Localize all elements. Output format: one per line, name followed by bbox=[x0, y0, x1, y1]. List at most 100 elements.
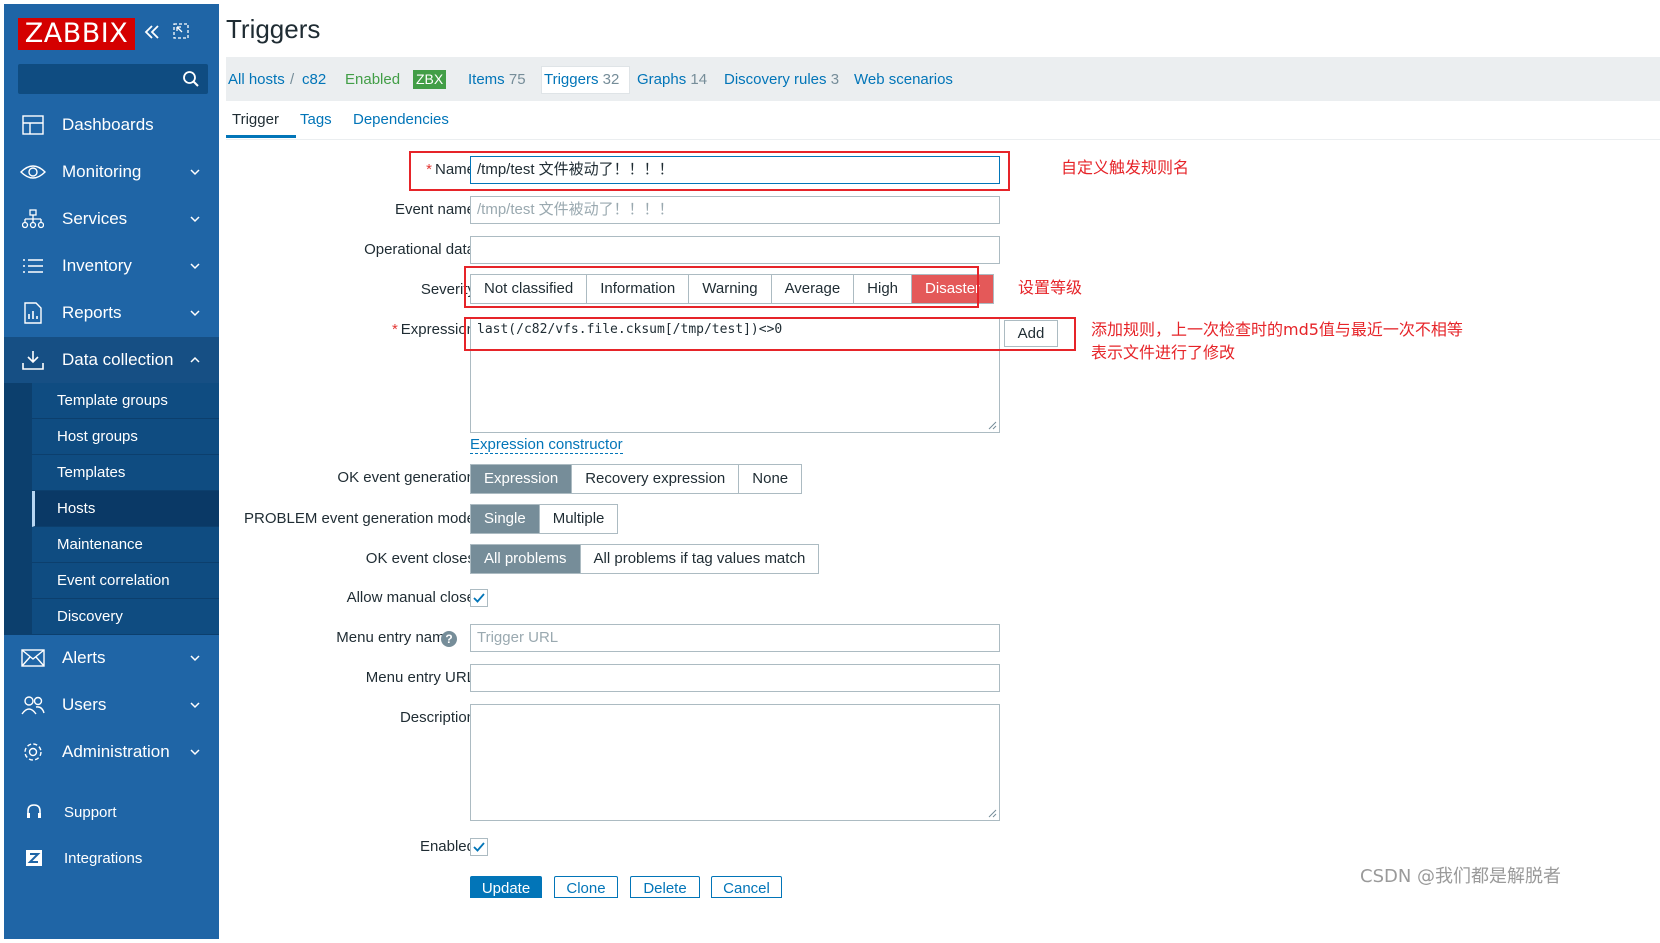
ok-event-generation-selector: Expression Recovery expression None bbox=[470, 464, 803, 494]
submenu-hosts[interactable]: Hosts bbox=[32, 491, 219, 527]
ok-gen-none[interactable]: None bbox=[739, 465, 801, 493]
severity-annotation-note: 设置等级 bbox=[1018, 278, 1083, 297]
page-title: Triggers bbox=[226, 14, 321, 44]
cancel-button[interactable]: Cancel bbox=[711, 876, 782, 898]
submenu-host-groups[interactable]: Host groups bbox=[32, 419, 219, 455]
web-scenarios-link[interactable]: Web scenarios bbox=[854, 71, 953, 88]
nav-label: Monitoring bbox=[62, 162, 142, 181]
expression-label: * Expression bbox=[392, 321, 475, 338]
expression-constructor-link[interactable]: Expression constructor bbox=[470, 437, 623, 454]
nav-users[interactable]: Users bbox=[4, 682, 219, 728]
ok-gen-recovery-expression[interactable]: Recovery expression bbox=[572, 465, 740, 493]
nav-data-collection[interactable]: Data collection bbox=[4, 337, 219, 383]
nav-label: Services bbox=[62, 209, 128, 228]
tab-trigger[interactable]: Trigger bbox=[232, 111, 279, 128]
problem-mode-single[interactable]: Single bbox=[471, 505, 540, 533]
download-icon bbox=[18, 348, 48, 372]
discovery-rules-link[interactable]: Discovery rules 3 bbox=[724, 71, 839, 88]
all-hosts-link[interactable]: All hosts bbox=[228, 71, 285, 88]
clone-button[interactable]: Clone bbox=[554, 876, 618, 898]
enabled-label: Enabled bbox=[419, 838, 475, 855]
nav-label: Inventory bbox=[62, 256, 132, 275]
ok-closes-all-problems[interactable]: All problems bbox=[471, 545, 581, 573]
nav-label: Administration bbox=[62, 742, 170, 761]
problem-mode-label: PROBLEM event generation mode bbox=[244, 510, 475, 527]
menu-entry-name-field[interactable]: Trigger URL bbox=[470, 624, 1000, 652]
chevron-down-icon bbox=[190, 263, 200, 270]
headset-icon bbox=[24, 802, 44, 822]
name-annotation-box bbox=[409, 151, 1010, 191]
submenu-maintenance[interactable]: Maintenance bbox=[32, 527, 219, 563]
list-icon bbox=[18, 254, 48, 278]
submenu-event-correlation[interactable]: Event correlation bbox=[32, 563, 219, 599]
nav-integrations[interactable]: Integrations bbox=[4, 838, 219, 878]
problem-mode-selector: Single Multiple bbox=[470, 504, 619, 534]
nav-label: Dashboards bbox=[62, 115, 154, 134]
tab-dependencies[interactable]: Dependencies bbox=[353, 111, 449, 128]
ok-event-closes-selector: All problems All problems if tag values … bbox=[470, 544, 820, 574]
chevron-down-icon bbox=[190, 169, 200, 176]
discovery-count: 3 bbox=[830, 71, 840, 88]
nav-administration[interactable]: Administration bbox=[4, 729, 219, 775]
submenu-template-groups[interactable]: Template groups bbox=[32, 383, 219, 419]
chevron-up-icon bbox=[190, 356, 200, 363]
ok-gen-expression[interactable]: Expression bbox=[471, 465, 573, 493]
delete-button[interactable]: Delete bbox=[630, 876, 700, 898]
update-button[interactable]: Update bbox=[470, 876, 542, 898]
host-navigation: All hosts / c82 Enabled ZBX Items 75 Tri… bbox=[226, 57, 1660, 101]
operational-data-field[interactable] bbox=[470, 236, 1000, 264]
description-textarea[interactable] bbox=[470, 704, 1000, 821]
nav-monitoring[interactable]: Monitoring bbox=[4, 149, 219, 195]
search-input[interactable] bbox=[18, 64, 208, 94]
problem-mode-multiple[interactable]: Multiple bbox=[540, 505, 618, 533]
resize-handle-icon[interactable] bbox=[987, 420, 997, 430]
graphs-count: 14 bbox=[690, 71, 708, 88]
dashboard-icon bbox=[18, 113, 48, 137]
zbx-availability-badge: ZBX bbox=[413, 70, 447, 89]
menu-entry-url-field[interactable] bbox=[470, 664, 1000, 692]
checkmark-icon bbox=[473, 593, 485, 603]
search-icon[interactable] bbox=[182, 70, 200, 88]
triggers-link[interactable]: Triggers 32 bbox=[544, 71, 619, 88]
manual-close-checkbox[interactable] bbox=[470, 589, 488, 607]
graphs-label: Graphs bbox=[637, 71, 687, 88]
tab-tags[interactable]: Tags bbox=[300, 111, 332, 128]
event-name-field[interactable]: /tmp/test 文件被动了！！！！ bbox=[470, 196, 1000, 224]
services-icon bbox=[18, 207, 48, 231]
nav-label: Reports bbox=[62, 303, 122, 322]
ok-event-generation-label: OK event generation bbox=[337, 469, 475, 486]
graphs-link[interactable]: Graphs 14 bbox=[637, 71, 707, 88]
submenu-discovery[interactable]: Discovery bbox=[32, 599, 219, 635]
items-count: 75 bbox=[508, 71, 526, 88]
support-label: Support bbox=[64, 803, 117, 821]
nav-reports[interactable]: Reports bbox=[4, 290, 219, 336]
discovery-label: Discovery rules bbox=[724, 71, 827, 88]
chevron-down-icon bbox=[190, 310, 200, 317]
severity-annotation-box bbox=[464, 266, 979, 308]
submenu-templates[interactable]: Templates bbox=[32, 455, 219, 491]
help-icon[interactable]: ? bbox=[441, 631, 457, 647]
menu-entry-url-label: Menu entry URL bbox=[365, 669, 475, 686]
data-collection-submenu: Template groups Host groups Templates Ho… bbox=[4, 383, 219, 635]
expression-annotation-note-2: 表示文件进行了修改 bbox=[1091, 343, 1236, 362]
nav-dashboards[interactable]: Dashboards bbox=[4, 102, 219, 148]
zabbix-logo[interactable]: ZABBIX bbox=[18, 18, 135, 50]
enabled-checkbox[interactable] bbox=[470, 838, 488, 856]
nav-inventory[interactable]: Inventory bbox=[4, 243, 219, 289]
chevron-down-icon bbox=[190, 655, 200, 662]
required-marker: * bbox=[391, 321, 398, 338]
items-link[interactable]: Items 75 bbox=[468, 71, 526, 88]
ok-closes-tag-match[interactable]: All problems if tag values match bbox=[581, 545, 819, 573]
nav-services[interactable]: Services bbox=[4, 196, 219, 242]
nav-label: Alerts bbox=[62, 648, 106, 667]
nav-support[interactable]: Support bbox=[4, 792, 219, 832]
chevron-down-icon bbox=[190, 702, 200, 709]
expand-icon[interactable] bbox=[172, 22, 190, 45]
resize-handle-icon[interactable] bbox=[987, 808, 997, 818]
host-status-enabled[interactable]: Enabled bbox=[345, 71, 400, 88]
checkmark-icon bbox=[473, 842, 485, 852]
host-link[interactable]: c82 bbox=[302, 71, 326, 88]
chevrons-left-icon[interactable] bbox=[142, 22, 162, 47]
integrations-icon bbox=[24, 848, 44, 868]
nav-alerts[interactable]: Alerts bbox=[4, 635, 219, 681]
